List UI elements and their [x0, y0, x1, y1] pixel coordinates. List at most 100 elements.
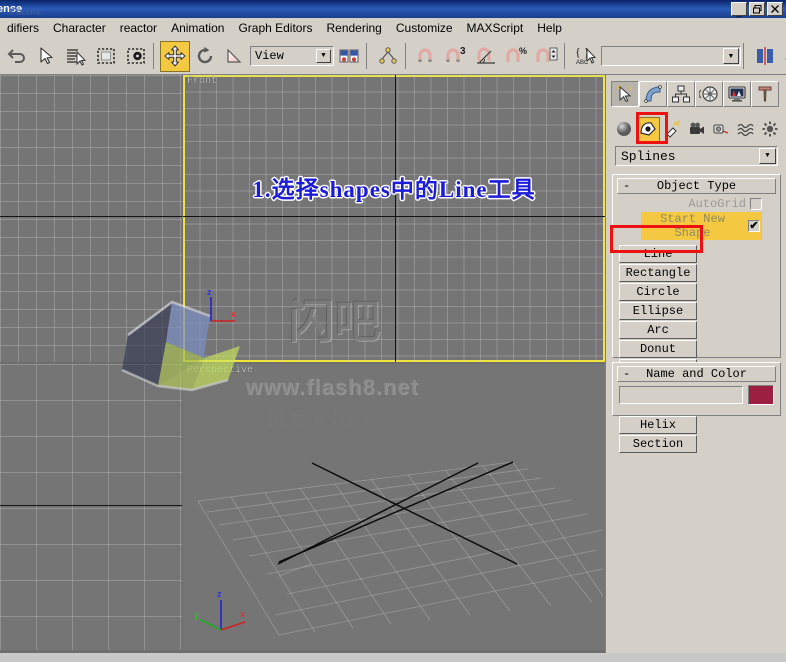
viewport-perspective[interactable]: Perspective www.flash8.net 撰写:nebula z x… — [183, 364, 605, 650]
viewport-top-left[interactable] — [0, 75, 182, 362]
camera-icon — [689, 122, 704, 134]
percent-snap-toggle-button[interactable]: % — [502, 41, 532, 72]
tutorial-step-annotation: 1.选择shapes中的Line工具 — [252, 177, 536, 202]
start-new-shape-label: Start New Shape — [660, 212, 725, 240]
viewport-grid-bottom-left — [0, 364, 182, 650]
object-type-section[interactable]: Section — [619, 435, 697, 453]
minimize-icon: _ — [736, 6, 742, 17]
toolbar-separator-3 — [405, 43, 410, 69]
category-cameras[interactable] — [685, 117, 708, 142]
object-type-rectangle[interactable]: Rectangle — [619, 264, 697, 282]
rect-select-icon — [97, 48, 115, 64]
tab-hierarchy[interactable] — [667, 81, 695, 107]
tab-modify[interactable] — [639, 81, 667, 107]
object-type-line[interactable]: Line — [619, 245, 697, 263]
grid-axis-horizontal-tl — [0, 216, 182, 217]
toolbar-separator-5 — [743, 43, 748, 69]
object-type-donut[interactable]: Donut — [619, 340, 697, 358]
snap-toggle-2d-button[interactable] — [412, 41, 442, 72]
named-selection-sets-button[interactable]: { } ABC — [571, 41, 601, 72]
menu-customize[interactable]: Customize — [389, 19, 460, 37]
svg-text:%: % — [519, 46, 527, 56]
select-and-link-button[interactable] — [373, 41, 403, 72]
title-watermark: Flash8 — [10, 7, 42, 17]
viewport-area: Front 1.选择shapes中的Line工具 闪吧 Perspective … — [0, 75, 605, 653]
object-type-helix[interactable]: Helix — [619, 416, 697, 434]
align-button[interactable] — [780, 41, 786, 72]
subcategory-combo[interactable]: Splines ▼ — [615, 146, 778, 166]
object-type-circle[interactable]: Circle — [619, 283, 697, 301]
menu-help[interactable]: Help — [530, 19, 569, 37]
select-and-move-button[interactable] — [160, 40, 190, 72]
angle-snap-toggle-button[interactable] — [472, 41, 502, 72]
rectangular-selection-region-button[interactable] — [91, 41, 121, 72]
reference-coordinate-system-combo[interactable]: View ▼ — [250, 46, 334, 66]
chevron-down-icon-3[interactable]: ▼ — [759, 148, 776, 164]
object-color-swatch[interactable] — [748, 385, 774, 405]
rollout-collapse-icon-2[interactable]: - — [623, 367, 630, 381]
svg-text:z: z — [217, 589, 222, 599]
main-toolbar: View ▼ 3 % {} ABC ▼ — [0, 38, 786, 75]
viewport-watermark-author: 撰写:nebula — [267, 409, 370, 430]
category-shapes[interactable] — [636, 116, 660, 142]
viewport-bottom-left[interactable] — [0, 364, 182, 650]
viewport-grid-top-left — [0, 75, 182, 362]
object-name-input[interactable] — [619, 386, 743, 404]
restore-icon — [752, 4, 761, 13]
use-pivot-point-center-button[interactable] — [334, 41, 364, 72]
percent-snap-icon: % — [506, 46, 527, 62]
chevron-down-icon[interactable]: ▼ — [316, 49, 331, 63]
coordinate-system-value: View — [255, 49, 284, 63]
autogrid-checkbox[interactable] — [750, 198, 762, 210]
undo-icon — [7, 49, 25, 63]
category-geometry[interactable] — [612, 117, 635, 142]
category-space-warps[interactable] — [734, 117, 757, 142]
restore-button[interactable] — [749, 2, 765, 16]
mirror-button[interactable] — [750, 41, 780, 72]
viewport-front[interactable]: Front 1.选择shapes中的Line工具 闪吧 — [183, 75, 605, 362]
close-button[interactable] — [767, 2, 783, 16]
category-systems[interactable] — [759, 117, 782, 142]
snap-toggle-3d-button[interactable]: 3 — [442, 41, 472, 72]
menu-animation[interactable]: Animation — [164, 19, 231, 37]
menu-character[interactable]: Character — [46, 19, 113, 37]
select-by-name-button[interactable] — [61, 41, 91, 72]
spinner-snap-toggle-button[interactable] — [532, 41, 562, 72]
start-new-shape-checkbox[interactable]: ✔ — [748, 220, 760, 232]
tab-create[interactable] — [611, 81, 639, 107]
autogrid-label: AutoGrid — [688, 197, 746, 211]
command-panel-tabs — [611, 81, 779, 107]
modify-bend-icon — [644, 85, 662, 103]
undo-button[interactable] — [1, 41, 31, 72]
named-selection-sets-field[interactable]: ▼ — [601, 46, 741, 66]
select-object-button[interactable] — [31, 41, 61, 72]
select-and-rotate-button[interactable] — [190, 41, 220, 72]
chevron-down-icon-2[interactable]: ▼ — [723, 48, 739, 64]
object-type-ellipse[interactable]: Ellipse — [619, 302, 697, 320]
select-region-circle-button[interactable] — [121, 41, 151, 72]
category-helpers[interactable] — [710, 117, 733, 142]
select-by-name-icon — [67, 49, 87, 66]
menu-maxscript[interactable]: MAXScript — [460, 19, 531, 37]
angle-snap-icon — [477, 47, 495, 64]
tab-utilities[interactable] — [751, 81, 779, 107]
menu-graph-editors[interactable]: Graph Editors — [231, 19, 319, 37]
tab-display[interactable] — [723, 81, 751, 107]
name-and-color-header[interactable]: - Name and Color — [617, 366, 776, 382]
menu-reactor[interactable]: reactor — [113, 19, 164, 37]
category-lights[interactable] — [661, 117, 684, 142]
menu-modifiers[interactable]: difiers — [0, 19, 46, 37]
grid-axis-horizontal-front — [183, 216, 605, 217]
viewport-watermark-cn: 闪吧 — [288, 296, 380, 347]
object-type-header[interactable]: - Object Type — [617, 178, 776, 194]
tab-motion[interactable] — [695, 81, 723, 107]
object-type-arc[interactable]: Arc — [619, 321, 697, 339]
pivot-center-icon — [339, 49, 359, 63]
minimize-button[interactable]: _ — [731, 2, 747, 16]
select-and-scale-button[interactable] — [220, 41, 250, 72]
rollout-collapse-icon[interactable]: - — [623, 179, 630, 193]
viewport-grid-front — [183, 75, 605, 362]
mirror-icon — [757, 47, 773, 65]
menu-rendering[interactable]: Rendering — [319, 19, 388, 37]
magnet-3-icon: 3 — [446, 46, 466, 62]
